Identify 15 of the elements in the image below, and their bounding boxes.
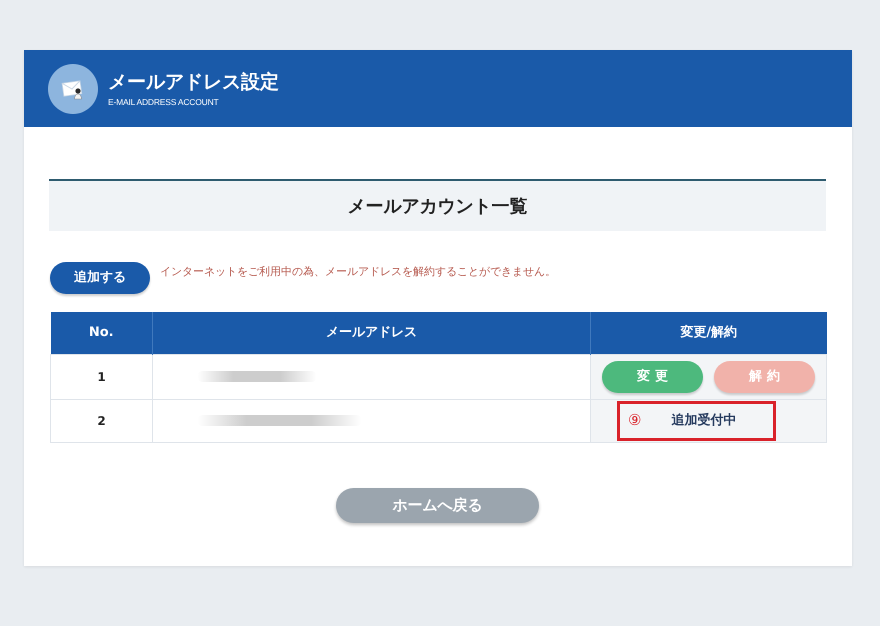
notice-text: インターネットをご利用中の為、メールアドレスを解約することができません。 <box>160 264 556 280</box>
section-title: メールアカウント一覧 <box>348 194 528 218</box>
page-subtitle: E-MAIL ADDRESS ACCOUNT <box>108 96 220 108</box>
step-number: ⑨ <box>628 413 642 428</box>
mail-icon <box>48 64 98 114</box>
home-button[interactable]: ホームへ戻る <box>336 488 539 522</box>
column-header: No. <box>50 312 152 354</box>
column-header: メールアドレス <box>152 312 590 354</box>
change-button[interactable]: 変更 <box>602 360 703 392</box>
table-cell: 1 <box>50 354 152 399</box>
column-header: 変更/解約 <box>590 312 826 354</box>
add-button[interactable]: 追加する <box>50 262 150 294</box>
status-text: 追加受付中 <box>671 412 736 430</box>
table-cell: 2 <box>50 399 152 442</box>
page-title: メールアドレス設定 <box>108 70 279 94</box>
